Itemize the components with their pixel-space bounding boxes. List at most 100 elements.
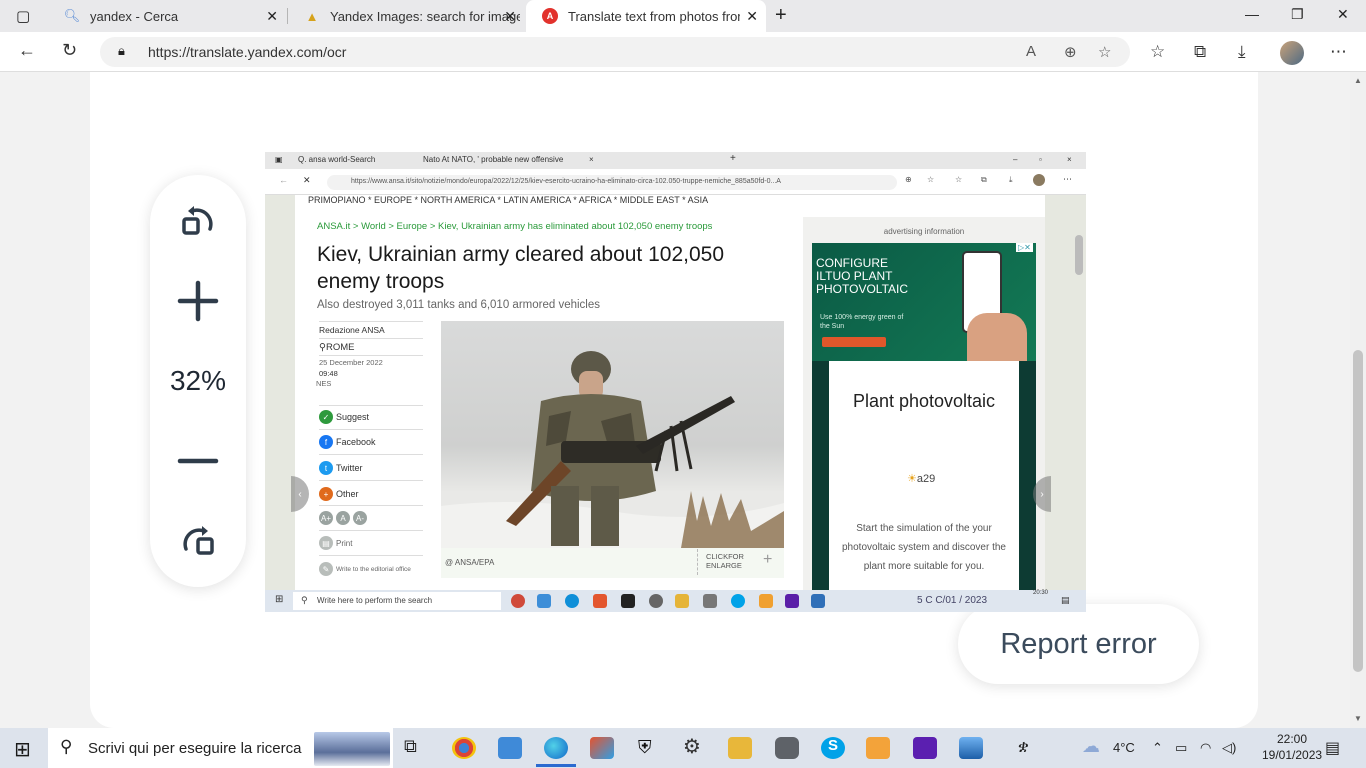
plus-icon: + (319, 487, 333, 501)
chevron-up-icon[interactable]: ⌃ (1152, 740, 1163, 756)
yandex-translate-icon: A (542, 8, 558, 24)
chrome-icon[interactable] (452, 737, 476, 759)
app-icon[interactable] (590, 737, 614, 759)
inner-tab: Nato At NATO, ' probable new offensive (423, 155, 564, 164)
minimize-button[interactable]: — (1245, 6, 1259, 22)
stop-icon: ✕ (303, 175, 311, 185)
rotate-right-button[interactable] (150, 521, 246, 566)
lock-icon[interactable]: 🔒︎ (118, 43, 125, 59)
avatar[interactable] (1280, 41, 1304, 65)
media-player-icon[interactable] (866, 737, 890, 759)
shield-icon[interactable]: ⛨ (638, 737, 662, 759)
search-icon: 🔍︎ (63, 8, 81, 23)
ad-card: Plant photovoltaic ☀a29 Start the simula… (829, 361, 1019, 590)
camera-icon[interactable] (775, 737, 799, 759)
rotate-left-button[interactable] (150, 201, 246, 246)
taskbar-clock[interactable]: 22:00 19/01/2023 (1262, 731, 1322, 763)
folder-icon[interactable] (728, 737, 752, 759)
divider (319, 454, 423, 455)
section-menu: PRIMOPIANO * EUROPE * NORTH AMERICA * LA… (308, 195, 709, 205)
scroll-down-icon[interactable]: ▼ (1354, 714, 1362, 723)
video-editor-icon[interactable] (913, 737, 937, 759)
notifications-icon[interactable]: ▤ (1325, 738, 1340, 758)
close-window-button[interactable]: ✕ (1337, 6, 1349, 23)
video-icon (785, 594, 799, 608)
thumb-up-icon: ✓ (319, 410, 333, 424)
article-subtitle: Also destroyed 3,011 tanks and 6,010 arm… (317, 299, 600, 311)
tab-yandex-translate[interactable]: A Translate text from photos from Eng ✕ (526, 0, 766, 32)
add-favorite-icon[interactable]: ☆ (1098, 43, 1111, 61)
image-viewer-icon[interactable] (959, 737, 983, 759)
collections-icon: ⧉ (981, 175, 987, 184)
refresh-button[interactable]: ↻ (62, 40, 77, 61)
ad-brand-label: a29 (916, 473, 936, 485)
task-view-icon[interactable]: ⧉ (404, 736, 428, 758)
start-icon: ⊞ (275, 594, 284, 605)
skype-icon (731, 594, 745, 608)
scroll-thumb[interactable] (1353, 350, 1363, 672)
zoom-icon[interactable]: ⊕ (1064, 43, 1077, 61)
more-icon[interactable]: ⋯ (1330, 42, 1347, 62)
rotate-right-icon (183, 526, 214, 555)
url-text: https://translate.yandex.com/ocr (148, 44, 347, 60)
tab-yandex-images[interactable]: ▲ Yandex Images: search for image ✕ (288, 0, 524, 32)
favorites-icon[interactable]: ☆ (1150, 42, 1165, 62)
share-label: Facebook (336, 437, 376, 447)
zoom-in-button[interactable] (150, 279, 246, 328)
edge-icon[interactable] (544, 737, 568, 759)
gear-icon[interactable]: ⚙ (683, 734, 707, 758)
weather-cloud-icon[interactable]: ☁ (1082, 736, 1100, 757)
share-other: + Other (319, 487, 359, 501)
page-scrollbar[interactable]: ▲ ▼ (1350, 72, 1366, 728)
volume-icon[interactable]: ◁) (1222, 740, 1236, 756)
tab-strip: ▢ 🔍︎ yandex - Cerca ✕ ▲ Yandex Images: s… (0, 0, 1366, 32)
author: Redazione ANSA (319, 325, 385, 335)
downloads-icon[interactable]: ⤓ (1238, 42, 1246, 62)
new-tab-button[interactable]: + (775, 4, 787, 27)
divider (319, 480, 423, 481)
address-field[interactable]: 🔒︎ https://translate.yandex.com/ocr A ⊕ … (100, 37, 1130, 67)
twitter-icon: t (319, 461, 333, 475)
zoom-level: 32% (169, 365, 227, 396)
close-icon[interactable]: ✕ (746, 8, 758, 25)
taskbar-search-box[interactable]: ⚲ Scrivi qui per eseguire la ricerca (48, 728, 393, 768)
search-icon: ⚲ (301, 595, 308, 605)
tab-actions-icon[interactable]: ▢ (16, 7, 30, 25)
people-icon[interactable]: ቋ (1018, 738, 1029, 756)
photo-credit: @ ANSA/EPA (445, 558, 495, 567)
article-date: 25 December 2022 (319, 358, 383, 367)
restore-button[interactable]: ❐ (1291, 6, 1304, 23)
inner-weather: 5 C C/01 / 2023 (917, 595, 988, 606)
close-icon[interactable]: ✕ (504, 8, 516, 25)
scroll-up-icon[interactable]: ▲ (1354, 76, 1362, 85)
temperature[interactable]: 4°C (1113, 740, 1135, 755)
plus-icon (177, 280, 219, 322)
font-increase: A+ (319, 511, 333, 525)
battery-icon[interactable]: ▭ (1175, 740, 1187, 756)
new-tab-icon: + (730, 153, 736, 164)
print: ▤ Print (319, 536, 352, 550)
read-aloud-icon[interactable]: A (1026, 43, 1036, 60)
back-icon: ← (279, 175, 288, 185)
back-button[interactable]: ← (18, 40, 36, 61)
inner-address-toolbar: ← ✕ https://www.ansa.it/sito/notizie/mon… (265, 169, 1086, 195)
skype-icon[interactable]: S (821, 737, 845, 759)
wifi-icon[interactable]: ◠ (1200, 740, 1211, 756)
windows-start-icon[interactable]: ⊞ (14, 737, 31, 762)
taskbar: ⊞ ⚲ Scrivi qui per eseguire la ricerca ⧉… (0, 728, 1366, 768)
ocr-image[interactable]: ▣ Q. ansa world-Search Nato At NATO, ' p… (265, 152, 1086, 612)
zoom-out-button[interactable] (150, 439, 246, 488)
ad-body: Plant photovoltaic ☀a29 Start the simula… (812, 361, 1036, 590)
collections-icon[interactable]: ⧉ (1194, 42, 1206, 62)
article-tag: NES (316, 379, 332, 388)
search-highlight-image (314, 732, 390, 766)
inner-tab: Q. ansa world-Search (298, 155, 376, 164)
article-photo (441, 321, 784, 548)
report-error-button[interactable]: Report error (958, 604, 1199, 684)
close-icon[interactable]: ✕ (266, 8, 278, 25)
photos-icon[interactable] (498, 737, 522, 759)
print-icon: ▤ (319, 536, 333, 550)
photos-icon (537, 594, 551, 608)
tab-yandex-search[interactable]: 🔍︎ yandex - Cerca ✕ (48, 0, 286, 32)
pin-icon: ⚲ (319, 342, 326, 353)
